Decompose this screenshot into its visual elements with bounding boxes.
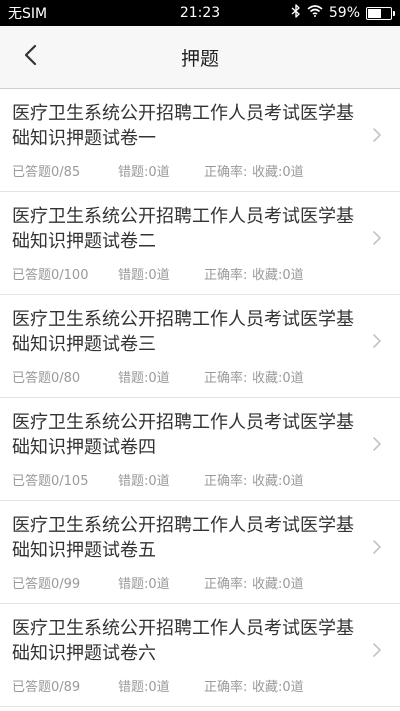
back-button[interactable] xyxy=(8,26,52,88)
wifi-icon xyxy=(307,5,323,21)
page-title: 押题 xyxy=(180,47,219,70)
paper-meta: 已答题0/100 错题:0道 正确率: 收藏:0道 xyxy=(12,264,360,283)
wrong-count: 错题:0道 xyxy=(118,577,170,592)
favorites-count: 收藏:0道 xyxy=(252,577,304,592)
status-left: 无SIM xyxy=(8,3,47,23)
chevron-right-icon xyxy=(372,436,382,452)
paper-meta: 已答题0/99 错题:0道 正确率: 收藏:0道 xyxy=(12,573,360,592)
paper-meta: 已答题0/80 错题:0道 正确率: 收藏:0道 xyxy=(12,367,360,386)
chevron-right-icon xyxy=(372,230,382,246)
battery-icon xyxy=(366,6,395,20)
favorites-count: 收藏:0道 xyxy=(252,474,304,489)
chevron-right-icon xyxy=(372,127,382,143)
accuracy-rate: 正确率: xyxy=(204,268,248,283)
battery-percent: 59% xyxy=(328,5,360,21)
paper-meta: 已答题0/89 错题:0道 正确率: 收藏:0道 xyxy=(12,676,360,695)
wrong-count: 错题:0道 xyxy=(118,371,170,386)
paper-item[interactable]: 医疗卫生系统公开招聘工作人员考试医学基础知识押题试卷一 已答题0/85 错题:0… xyxy=(0,89,400,192)
paper-item[interactable]: 医疗卫生系统公开招聘工作人员考试医学基础知识押题试卷六 已答题0/89 错题:0… xyxy=(0,604,400,707)
header: 押题 xyxy=(0,26,400,89)
answered-count: 已答题0/100 xyxy=(12,268,89,283)
favorites-count: 收藏:0道 xyxy=(252,165,304,180)
status-right: 59% xyxy=(291,4,395,22)
paper-item[interactable]: 医疗卫生系统公开招聘工作人员考试医学基础知识押题试卷二 已答题0/100 错题:… xyxy=(0,192,400,295)
favorites-count: 收藏:0道 xyxy=(252,268,304,283)
paper-title: 医疗卫生系统公开招聘工作人员考试医学基础知识押题试卷三 xyxy=(12,309,354,355)
battery-level xyxy=(368,8,381,18)
paper-item[interactable]: 医疗卫生系统公开招聘工作人员考试医学基础知识押题试卷三 已答题0/80 错题:0… xyxy=(0,295,400,398)
chevron-right-icon xyxy=(372,642,382,658)
paper-title: 医疗卫生系统公开招聘工作人员考试医学基础知识押题试卷五 xyxy=(12,515,354,561)
paper-item[interactable]: 医疗卫生系统公开招聘工作人员考试医学基础知识押题试卷四 已答题0/105 错题:… xyxy=(0,398,400,501)
carrier-label: 无SIM xyxy=(8,6,48,22)
chevron-right-icon xyxy=(372,539,382,555)
chevron-right-icon xyxy=(372,333,382,349)
paper-item[interactable]: 医疗卫生系统公开招聘工作人员考试医学基础知识押题试卷五 已答题0/99 错题:0… xyxy=(0,501,400,604)
paper-meta: 已答题0/85 错题:0道 正确率: 收藏:0道 xyxy=(12,161,360,180)
wrong-count: 错题:0道 xyxy=(118,474,170,489)
paper-meta: 已答题0/105 错题:0道 正确率: 收藏:0道 xyxy=(12,470,360,489)
accuracy-rate: 正确率: xyxy=(204,474,248,489)
accuracy-rate: 正确率: xyxy=(204,371,248,386)
wrong-count: 错题:0道 xyxy=(118,268,170,283)
status-bar: 无SIM 21:23 59% xyxy=(0,0,400,26)
answered-count: 已答题0/99 xyxy=(12,577,81,592)
wrong-count: 错题:0道 xyxy=(118,165,170,180)
answered-count: 已答题0/85 xyxy=(12,165,81,180)
accuracy-rate: 正确率: xyxy=(204,577,248,592)
paper-title: 医疗卫生系统公开招聘工作人员考试医学基础知识押题试卷二 xyxy=(12,206,354,252)
bluetooth-icon xyxy=(291,4,301,22)
answered-count: 已答题0/105 xyxy=(12,474,89,489)
paper-list: 医疗卫生系统公开招聘工作人员考试医学基础知识押题试卷一 已答题0/85 错题:0… xyxy=(0,89,400,707)
favorites-count: 收藏:0道 xyxy=(252,680,304,695)
accuracy-rate: 正确率: xyxy=(204,680,248,695)
chevron-left-icon xyxy=(23,44,37,70)
accuracy-rate: 正确率: xyxy=(204,165,248,180)
wrong-count: 错题:0道 xyxy=(118,680,170,695)
paper-title: 医疗卫生系统公开招聘工作人员考试医学基础知识押题试卷六 xyxy=(12,618,354,664)
answered-count: 已答题0/80 xyxy=(12,371,81,386)
answered-count: 已答题0/89 xyxy=(12,680,81,695)
favorites-count: 收藏:0道 xyxy=(252,371,304,386)
paper-title: 医疗卫生系统公开招聘工作人员考试医学基础知识押题试卷四 xyxy=(12,412,354,458)
paper-title: 医疗卫生系统公开招聘工作人员考试医学基础知识押题试卷一 xyxy=(12,103,354,149)
